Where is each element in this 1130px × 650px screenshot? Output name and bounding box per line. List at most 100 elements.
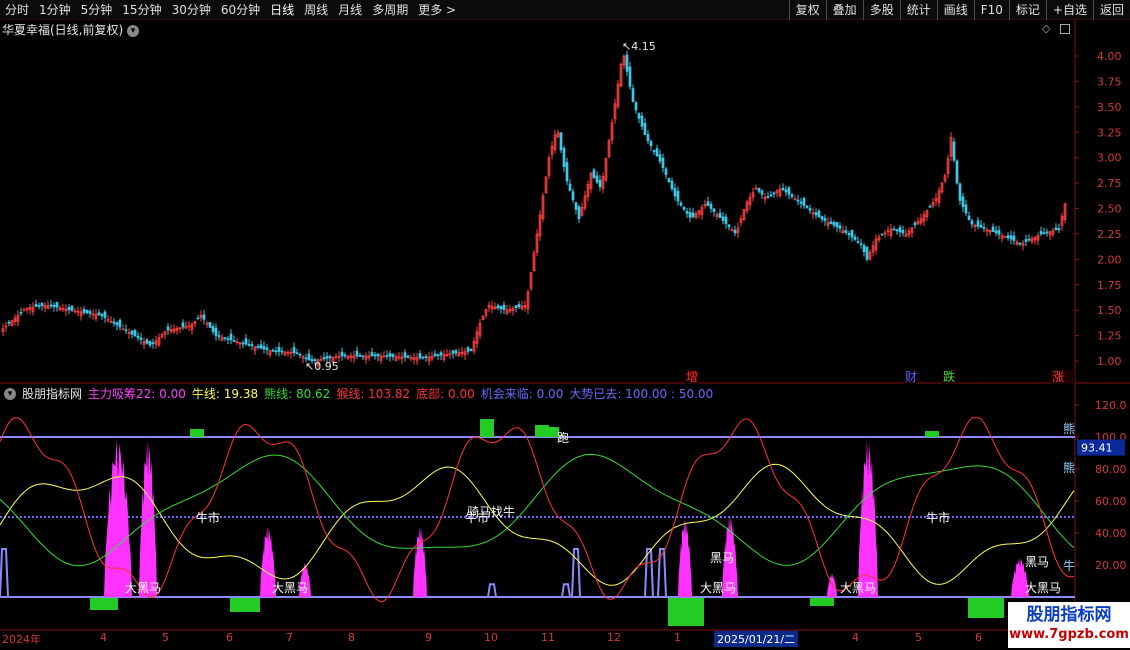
candle-body (835, 222, 839, 228)
candle-body (139, 337, 143, 341)
indicator-annotation: 大黑马 (125, 581, 161, 595)
candle-body (373, 354, 377, 357)
green-bar-bottom (90, 598, 118, 610)
bull-line (0, 463, 1075, 586)
candle-body (1009, 235, 1013, 240)
indicator-toggle-icon[interactable]: ▾ (4, 388, 16, 400)
candle-body (133, 330, 137, 337)
candle-body (901, 230, 905, 234)
candle-body (121, 328, 125, 331)
candle-body (652, 150, 656, 152)
candle-body (40, 302, 44, 307)
candle-body (562, 147, 566, 168)
candle-body (439, 352, 443, 356)
candle-body (292, 347, 296, 354)
high-price-label: ↖4.15 (622, 40, 656, 53)
candle-body (148, 341, 152, 346)
candle-body (724, 216, 728, 225)
candle-body (628, 66, 632, 87)
candle-body (664, 168, 668, 175)
candle-body (424, 356, 428, 358)
candle-body (961, 196, 965, 208)
date-tick: 5 (915, 631, 922, 644)
candle-body (340, 351, 344, 357)
candle-body (469, 349, 473, 352)
indicator-annotation: 大黑马 (272, 581, 308, 595)
candle-body (790, 194, 794, 197)
green-bar-bottom (668, 598, 704, 626)
candle-body (670, 180, 674, 190)
candle-body (274, 350, 278, 353)
candle-body (211, 326, 215, 332)
candle-body (781, 187, 785, 191)
legend-item: 主力吸筹22: 0.00 (88, 387, 186, 401)
candle-body (1054, 227, 1058, 231)
date-axis: 2024年 4 5 6 7 8 9 10 11 12 1 2025/01/21/二 4 5 6 (0, 630, 1130, 647)
candle-body (280, 350, 284, 353)
main-accumulation-spike (139, 439, 157, 597)
candle-body (850, 229, 854, 238)
green-bar-top (925, 431, 939, 437)
watermark-line2: www.7gpzb.com (1009, 627, 1129, 642)
candle-body (631, 88, 635, 103)
indicator-annotation: 牛 (1063, 558, 1075, 573)
candle-body (100, 313, 104, 317)
indicator-annotation: 大黑马 (1025, 581, 1061, 595)
candle-body (436, 354, 440, 356)
candle-body (733, 229, 737, 234)
candle-body (7, 321, 11, 324)
ind-tick-label: 80.00 (1095, 463, 1127, 476)
price-tick-label: 1.25 (1097, 330, 1122, 343)
candle-body (517, 304, 521, 308)
event-marker: 增 (686, 370, 698, 384)
candle-body (577, 206, 581, 220)
candle-body (325, 356, 329, 359)
candle-body (355, 350, 359, 357)
candle-body (202, 314, 206, 320)
candle-body (262, 346, 266, 350)
candle-body (514, 305, 518, 308)
candle-body (55, 301, 59, 308)
candle-body (19, 311, 23, 314)
candle-body (691, 212, 695, 217)
candle-body (658, 154, 662, 162)
candle-body (34, 304, 38, 307)
candle-body (673, 188, 677, 197)
candle-body (208, 322, 212, 328)
candle-body (295, 352, 299, 355)
candle-body (649, 141, 653, 147)
candle-body (808, 208, 812, 211)
candle-body (676, 190, 680, 202)
candle-body (892, 228, 896, 231)
bear-line (0, 453, 1075, 567)
green-bar-top (190, 429, 204, 437)
green-bar-bottom (230, 598, 260, 612)
price-tick-label: 3.50 (1097, 101, 1122, 114)
candle-body (103, 311, 107, 319)
candle-body (145, 339, 149, 344)
date-tick: 10 (484, 631, 498, 644)
candle-body (964, 204, 968, 214)
price-tick-label: 3.00 (1097, 152, 1122, 165)
candle-body (559, 132, 563, 151)
candle-body (952, 141, 956, 161)
candle-body (196, 317, 200, 320)
indicator-annotation: 熊 (1063, 421, 1075, 436)
candle-body (322, 357, 326, 360)
candle-body (1018, 242, 1022, 245)
date-tick: 2025/01/21/二 (714, 631, 799, 647)
candle-body (928, 205, 932, 208)
candle-body (787, 187, 791, 195)
candle-body (760, 190, 764, 195)
price-tick-label: 2.50 (1097, 203, 1122, 216)
candle-body (1012, 235, 1016, 241)
date-tick: 6 (226, 631, 233, 644)
legend-item: 牛线: 19.38 (191, 387, 259, 401)
candle-body (592, 169, 596, 178)
candle-body (277, 347, 281, 352)
candle-body (376, 353, 380, 357)
indicator-annotation: 黑马 (710, 551, 734, 565)
candle-body (955, 160, 959, 184)
candle-body (217, 335, 221, 337)
candle-body (757, 188, 761, 192)
